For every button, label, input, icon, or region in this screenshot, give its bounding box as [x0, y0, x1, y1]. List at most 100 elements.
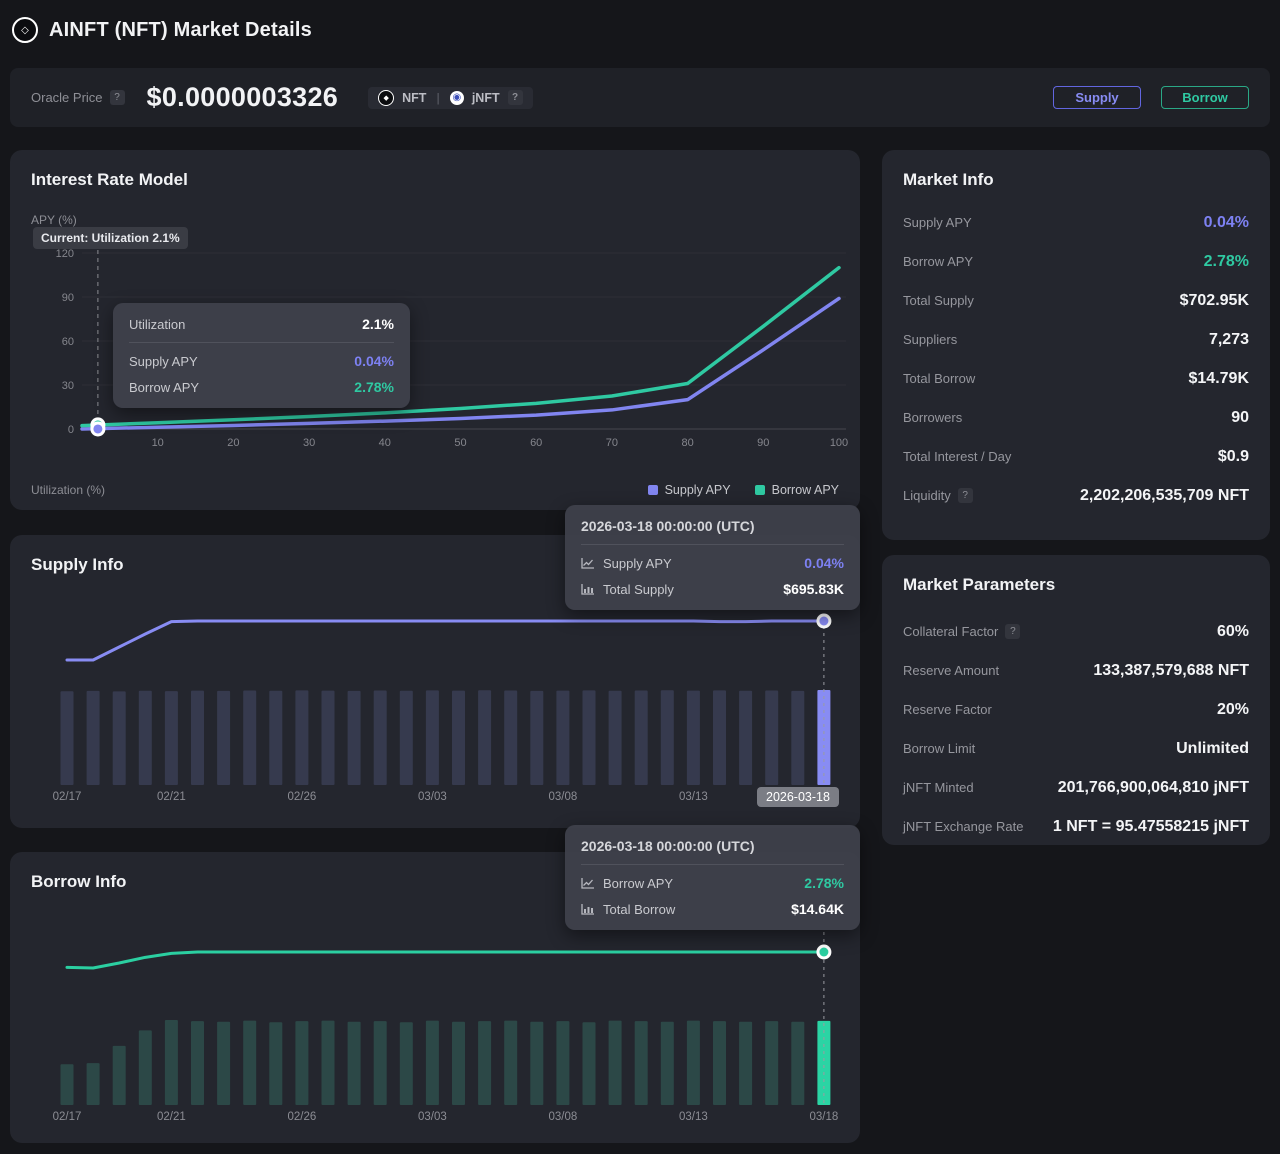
tooltip-utilization-label: Utilization: [129, 317, 185, 332]
trend-icon: [581, 877, 595, 889]
svg-text:02/26: 02/26: [288, 1111, 317, 1123]
supply-tooltip: 2026-03-18 00:00:00 (UTC) Supply APY 0.0…: [565, 505, 860, 610]
oracle-price-value: $0.0000003326: [147, 82, 339, 113]
row-value: $14.79K: [1189, 370, 1250, 388]
borrow-info-chart[interactable]: 02/1702/2102/2603/0303/0803/1303/18: [10, 927, 860, 1137]
y-axis-label: APY (%): [31, 213, 77, 227]
nft-badge-label[interactable]: NFT: [402, 91, 426, 105]
row-value: 201,766,900,064,810 jNFT: [1058, 779, 1249, 797]
oracle-price-help-icon[interactable]: ?: [110, 90, 125, 105]
jnft-badge-label[interactable]: jNFT: [472, 91, 500, 105]
svg-text:70: 70: [606, 437, 618, 449]
supply-tooltip-timestamp: 2026-03-18 00:00:00 (UTC): [581, 516, 844, 536]
market-parameters-row: jNFT Exchange Rate1 NFT = 95.47558215 jN…: [903, 818, 1249, 836]
oracle-price-label-wrap: Oracle Price ?: [31, 90, 125, 105]
row-value: 2.78%: [1204, 253, 1249, 271]
row-value: 20%: [1217, 701, 1249, 719]
svg-text:40: 40: [379, 437, 391, 449]
svg-text:02/21: 02/21: [157, 791, 186, 803]
svg-text:03/03: 03/03: [418, 1111, 447, 1123]
supply-apy-value: 0.04%: [804, 555, 844, 571]
page: { "colors": { "purple": "#8185f0", "gree…: [0, 0, 1280, 1154]
row-label: Suppliers: [903, 332, 957, 347]
svg-text:02/17: 02/17: [53, 1111, 82, 1123]
x-axis-label: Utilization (%): [31, 483, 105, 497]
svg-text:30: 30: [303, 437, 315, 449]
page-title: AINFT (NFT) Market Details: [49, 19, 312, 42]
row-label: Collateral Factor?: [903, 624, 1020, 639]
help-icon[interactable]: ?: [958, 488, 973, 503]
jnft-coin-icon: ◉: [450, 91, 464, 105]
market-info-row: Total Supply$702.95K: [903, 292, 1249, 310]
row-label: Supply APY: [903, 215, 972, 230]
svg-text:03/13: 03/13: [679, 1111, 708, 1123]
total-supply-value: $695.83K: [783, 581, 844, 597]
row-label: Borrow Limit: [903, 741, 975, 756]
svg-text:50: 50: [454, 437, 466, 449]
svg-text:03/13: 03/13: [679, 791, 708, 803]
bar-chart-icon: [581, 903, 595, 915]
token-toggle[interactable]: ◆ NFT | ◉ jNFT ?: [368, 87, 532, 109]
svg-text:02/17: 02/17: [53, 791, 82, 803]
market-parameters-row: Borrow LimitUnlimited: [903, 740, 1249, 758]
borrow-button[interactable]: Borrow: [1161, 86, 1249, 109]
interest-rate-model-title: Interest Rate Model: [10, 150, 860, 190]
nft-coin-icon: ◆: [378, 90, 394, 106]
row-label: Liquidity?: [903, 488, 973, 503]
svg-text:02/21: 02/21: [157, 1111, 186, 1123]
chart-legend: Supply APY Borrow APY: [648, 483, 839, 497]
market-parameters-row: Reserve Factor 20%: [903, 701, 1249, 719]
legend-item[interactable]: Borrow APY: [755, 483, 839, 497]
highlighted-date-badge: 2026-03-18: [757, 787, 839, 807]
svg-text:03/18: 03/18: [810, 1111, 839, 1123]
market-info-rows: Supply APY 0.04% Borrow APY 2.78% Total Supp…: [882, 214, 1270, 505]
market-parameters-row: Collateral Factor? 60%: [903, 623, 1249, 641]
row-value: 7,273: [1209, 331, 1249, 349]
row-value: 60%: [1217, 623, 1249, 641]
row-label: Total Interest / Day: [903, 449, 1011, 464]
market-info-row: Borrow APY 2.78%: [903, 253, 1249, 271]
row-label: Borrow APY: [903, 254, 973, 269]
row-value: 2,202,206,535,709 NFT: [1080, 487, 1249, 505]
row-value: 0.04%: [1204, 214, 1249, 232]
legend-item[interactable]: Supply APY: [648, 483, 731, 497]
tooltip-supply-apy-label: Supply APY: [129, 354, 198, 369]
tooltip-supply-apy-value: 0.04%: [354, 353, 394, 369]
tooltip-utilization-value: 2.1%: [362, 316, 394, 332]
svg-text:30: 30: [62, 380, 74, 392]
market-info-row: Supply APY 0.04%: [903, 214, 1249, 232]
market-info-row: Borrowers90: [903, 409, 1249, 427]
ainft-logo-icon: ◇: [12, 17, 38, 43]
svg-text:20: 20: [227, 437, 239, 449]
irm-tooltip: Utilization 2.1% Supply APY 0.04% Borrow…: [113, 303, 410, 408]
jnft-help-icon[interactable]: ?: [508, 90, 523, 105]
total-borrow-label: Total Borrow: [603, 902, 675, 917]
svg-text:90: 90: [62, 292, 74, 304]
row-label: jNFT Exchange Rate: [903, 819, 1023, 834]
svg-text:60: 60: [62, 336, 74, 348]
svg-text:10: 10: [152, 437, 164, 449]
borrow-tooltip-timestamp: 2026-03-18 00:00:00 (UTC): [581, 836, 844, 856]
row-value: 90: [1231, 409, 1249, 427]
trend-icon: [581, 557, 595, 569]
supply-button[interactable]: Supply: [1053, 86, 1141, 109]
svg-text:02/26: 02/26: [288, 791, 317, 803]
market-parameters-title: Market Parameters: [882, 555, 1270, 595]
help-icon[interactable]: ?: [1005, 624, 1020, 639]
row-label: Total Supply: [903, 293, 974, 308]
current-utilization-badge: Current: Utilization 2.1%: [33, 227, 188, 249]
svg-text:0: 0: [68, 424, 74, 436]
tooltip-divider: [581, 864, 844, 865]
supply-info-chart[interactable]: 02/1702/2102/2603/0303/0803/13: [10, 610, 860, 820]
borrow-tooltip: 2026-03-18 00:00:00 (UTC) Borrow APY 2.7…: [565, 825, 860, 930]
market-info-row: Total Borrow$14.79K: [903, 370, 1249, 388]
total-supply-label: Total Supply: [603, 582, 674, 597]
borrow-apy-label: Borrow APY: [603, 876, 673, 891]
legend-swatch-icon: [755, 485, 765, 495]
svg-text:60: 60: [530, 437, 542, 449]
oracle-price-label: Oracle Price: [31, 90, 103, 105]
market-info-panel: Market Info Supply APY0.04%Borrow APY2.7…: [882, 150, 1270, 540]
row-label: Reserve Factor: [903, 702, 992, 717]
market-parameters-row: Reserve Amount133,387,579,688 NFT: [903, 662, 1249, 680]
supply-apy-label: Supply APY: [603, 556, 672, 571]
